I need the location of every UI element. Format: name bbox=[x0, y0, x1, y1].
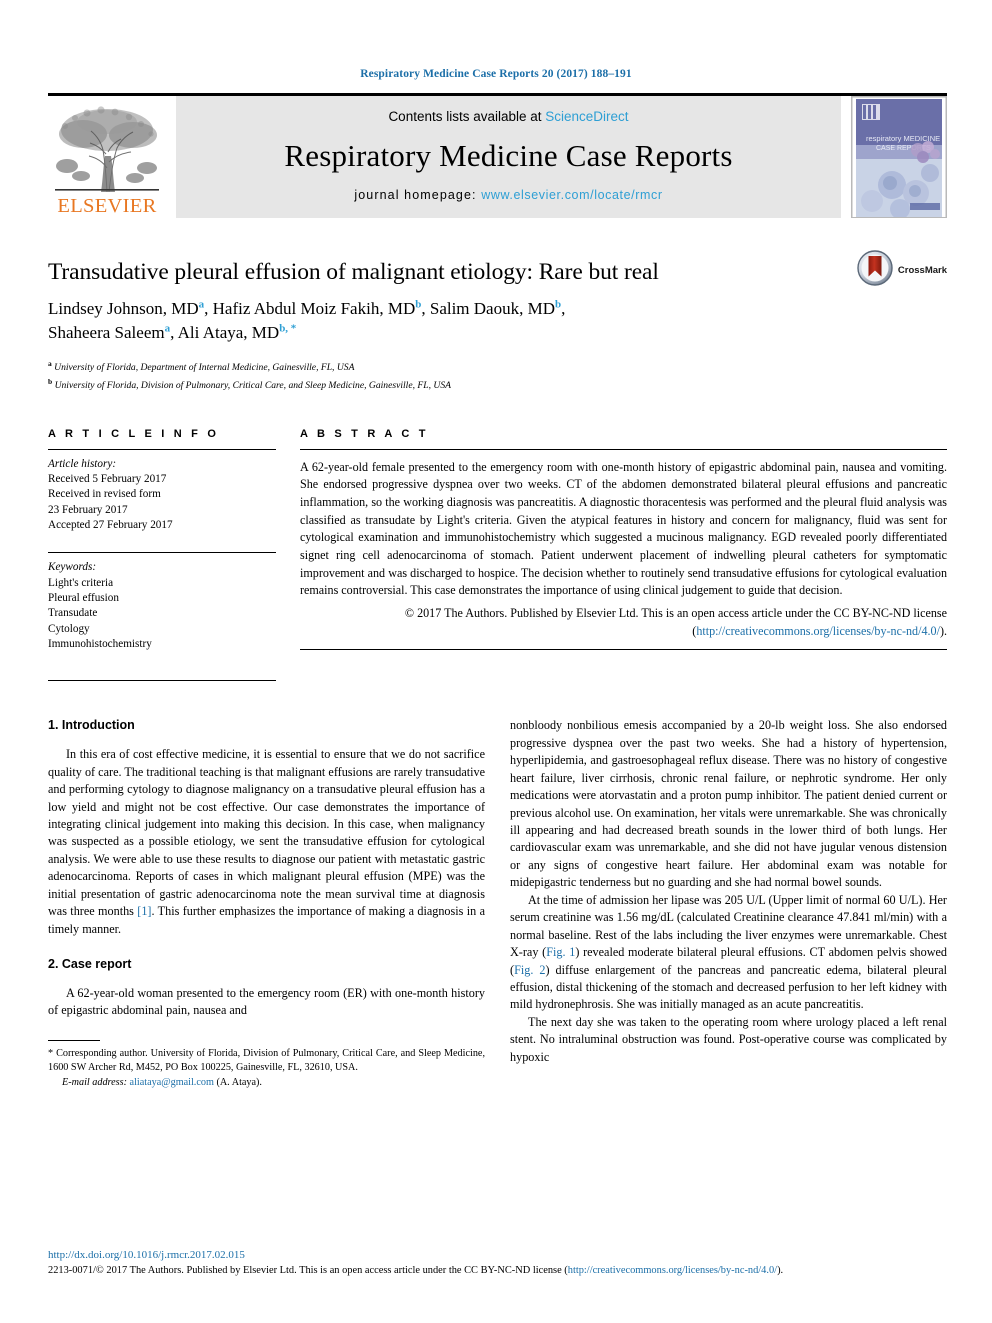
page-title: Transudative pleural effusion of maligna… bbox=[48, 259, 659, 285]
corresponding-author-footnote: * Corresponding author. University of Fl… bbox=[48, 1039, 485, 1090]
keyword-item: Immunohistochemistry bbox=[48, 638, 152, 651]
section-heading-introduction: 1. Introduction bbox=[48, 718, 135, 733]
author-sep: , bbox=[170, 323, 178, 343]
article-history-label: Article history: bbox=[48, 457, 117, 470]
figure-link-2[interactable]: Fig. 2 bbox=[514, 963, 545, 977]
sciencedirect-link[interactable]: ScienceDirect bbox=[545, 109, 628, 124]
keyword-item: Pleural effusion bbox=[48, 592, 119, 604]
crossmark-label: CrossMark bbox=[897, 265, 947, 276]
author-affil-mark[interactable]: b, * bbox=[279, 323, 296, 335]
history-item: Received 5 February 2017 bbox=[48, 472, 167, 485]
next-day-paragraph: The next day she was taken to the operat… bbox=[510, 1014, 947, 1064]
intro-text-a: In this era of cost effective medicine, … bbox=[48, 747, 485, 919]
abstract-column: A B S T R A C T A 62-year-old female pre… bbox=[300, 428, 947, 682]
article-history-block: Article history: Received 5 February 201… bbox=[48, 450, 276, 534]
crossmark-icon bbox=[857, 250, 893, 291]
author-name: Ali Ataya, MD bbox=[177, 323, 280, 343]
email-suffix: (A. Ataya). bbox=[213, 1076, 262, 1088]
case-report-continued: nonbloody nonbilious emesis accompanied … bbox=[510, 718, 947, 890]
author-sep: , bbox=[561, 299, 566, 319]
abstract-copyright: © 2017 The Authors. Published by Elsevie… bbox=[300, 605, 947, 640]
keywords-block: Keywords: Light's criteria Pleural effus… bbox=[48, 552, 276, 652]
abstract-heading: A B S T R A C T bbox=[300, 427, 429, 440]
citation-link-1[interactable]: [1] bbox=[137, 904, 151, 918]
affiliation-item: a University of Florida, Department of I… bbox=[48, 358, 947, 376]
footer-license-link[interactable]: http://creativecommons.org/licenses/by-n… bbox=[568, 1265, 777, 1276]
journal-band: Contents lists available at ScienceDirec… bbox=[176, 96, 841, 218]
abstract-paragraph: A 62-year-old female presented to the em… bbox=[300, 459, 947, 598]
license-link[interactable]: http://creativecommons.org/licenses/by-n… bbox=[696, 624, 940, 638]
info-abstract-row: A R T I C L E I N F O Article history: R… bbox=[48, 428, 947, 682]
right-column: nonbloody nonbilious emesis accompanied … bbox=[510, 717, 947, 1090]
case-report-paragraph: A 62-year-old woman presented to the eme… bbox=[48, 985, 485, 1018]
affiliation-item: b University of Florida, Division of Pul… bbox=[48, 376, 947, 394]
affiliation-list: a University of Florida, Department of I… bbox=[48, 358, 947, 393]
footnote-rule bbox=[48, 1039, 100, 1041]
history-item: 23 February 2017 bbox=[48, 503, 128, 516]
intro-paragraph: In this era of cost effective medicine, … bbox=[48, 746, 485, 938]
article-info-column: A R T I C L E I N F O Article history: R… bbox=[48, 428, 276, 682]
email-label: E-mail address: bbox=[62, 1076, 127, 1088]
author-name: Hafiz Abdul Moiz Fakih, MD bbox=[212, 299, 416, 319]
history-item: Received in revised form bbox=[48, 488, 161, 501]
title-block: CrossMark Transudative pleural effusion … bbox=[48, 250, 947, 394]
author-name: Salim Daouk, MD bbox=[429, 299, 555, 319]
section-heading-case-report: 2. Case report bbox=[48, 957, 132, 972]
footnote-body: Corresponding author. University of Flor… bbox=[48, 1047, 485, 1074]
labs-paragraph: At the time of admission her lipase was … bbox=[510, 892, 947, 1014]
journal-masthead: ELSEVIER Contents lists available at Sci… bbox=[48, 93, 947, 218]
journal-cover-thumbnail[interactable]: respiratory MEDICINE CASE REPORTS bbox=[851, 96, 947, 218]
author-name: Lindsey Johnson, MD bbox=[48, 299, 199, 319]
affiliation-mark: b bbox=[48, 377, 53, 387]
running-head: Respiratory Medicine Case Reports 20 (20… bbox=[360, 68, 632, 80]
history-item: Accepted 27 February 2017 bbox=[48, 518, 173, 531]
footer-legal-line: 2213-0071/© 2017 The Authors. Published … bbox=[48, 1263, 947, 1279]
contents-available-line: Contents lists available at ScienceDirec… bbox=[388, 109, 628, 124]
journal-title: Respiratory Medicine Case Reports bbox=[284, 138, 733, 173]
keyword-item: Cytology bbox=[48, 622, 90, 635]
article-info-heading: A R T I C L E I N F O bbox=[48, 427, 220, 440]
homepage-prefix: journal homepage: bbox=[354, 188, 482, 202]
abstract-text: A 62-year-old female presented to the em… bbox=[300, 450, 947, 600]
keywords-label: Keywords: bbox=[48, 561, 97, 574]
figure-link-1[interactable]: Fig. 1 bbox=[546, 945, 575, 959]
copyright-end: ). bbox=[939, 623, 947, 638]
labs-text-c: ) diffuse enlargement of the pancreas an… bbox=[510, 962, 947, 1012]
footer-legal-prefix: 2213-0071/© 2017 The Authors. Published … bbox=[48, 1265, 568, 1277]
author-sep: , bbox=[421, 299, 430, 319]
affiliation-mark: a bbox=[48, 359, 52, 369]
elsevier-wordmark: ELSEVIER bbox=[57, 194, 157, 217]
keywords-body: Keywords: Light's criteria Pleural effus… bbox=[48, 560, 276, 652]
footnote-text: * Corresponding author. University of Fl… bbox=[48, 1047, 485, 1076]
email-link[interactable]: aliataya@gmail.com bbox=[130, 1077, 214, 1088]
author-name: Shaheera Saleem bbox=[48, 323, 165, 343]
affiliation-text: University of Florida, Division of Pulmo… bbox=[54, 380, 451, 392]
article-page: Respiratory Medicine Case Reports 20 (20… bbox=[0, 0, 992, 1323]
author-sep: , bbox=[204, 299, 213, 319]
footnote-email-line: E-mail address: aliataya@gmail.com (A. A… bbox=[48, 1076, 485, 1090]
page-footer: http://dx.doi.org/10.1016/j.rmcr.2017.02… bbox=[48, 1247, 947, 1279]
left-column: 1. Introduction In this era of cost effe… bbox=[48, 717, 485, 1090]
abstract-bottom-rule bbox=[300, 649, 947, 651]
crossmark-badge[interactable]: CrossMark bbox=[857, 250, 947, 291]
journal-homepage-link[interactable]: www.elsevier.com/locate/rmcr bbox=[481, 188, 662, 202]
keyword-item: Light's criteria bbox=[48, 576, 114, 589]
contents-prefix: Contents lists available at bbox=[388, 109, 546, 124]
article-info-bottom-rule bbox=[48, 680, 276, 682]
body-columns: 1. Introduction In this era of cost effe… bbox=[48, 717, 947, 1090]
doi-link[interactable]: http://dx.doi.org/10.1016/j.rmcr.2017.02… bbox=[48, 1247, 947, 1264]
affiliation-text: University of Florida, Department of Int… bbox=[54, 362, 355, 374]
journal-homepage-line: journal homepage: www.elsevier.com/locat… bbox=[354, 188, 662, 202]
author-list: Lindsey Johnson, MDa, Hafiz Abdul Moiz F… bbox=[48, 297, 947, 345]
elsevier-logo: ELSEVIER bbox=[48, 96, 166, 218]
keyword-item: Transudate bbox=[48, 607, 98, 620]
footer-legal-suffix: ). bbox=[777, 1265, 784, 1277]
elsevier-tree-icon bbox=[53, 104, 161, 196]
